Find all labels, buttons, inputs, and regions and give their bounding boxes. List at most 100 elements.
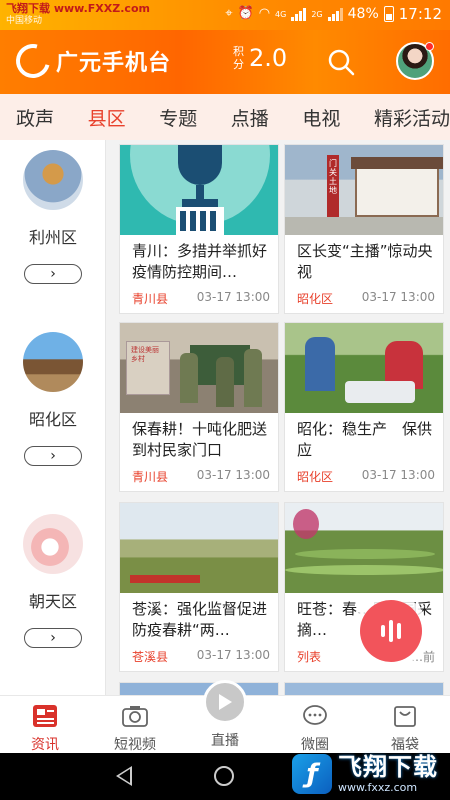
news-meta: 昭化区 03-17 13:00 — [297, 290, 435, 307]
points-value: 2.0 — [249, 44, 288, 72]
district-image — [23, 332, 83, 392]
points-display[interactable]: 积分 2.0 — [232, 44, 287, 72]
play-icon — [219, 694, 232, 710]
points-label: 积分 — [233, 45, 244, 71]
district-name: 昭化区 — [28, 410, 77, 429]
nav-item-lucky-bag[interactable]: 福袋 — [360, 696, 450, 754]
news-card[interactable]: 建设美丽乡村 保春耕！十吨化肥送到村民家门口 青川县 03-17 13:00 — [119, 322, 279, 492]
tab-dianshi[interactable]: 电视 — [286, 104, 340, 131]
news-icon — [33, 705, 57, 727]
home-icon[interactable] — [214, 766, 234, 786]
alarm-icon: ⏰ — [237, 6, 254, 21]
chevron-right-icon: › — [50, 266, 56, 282]
news-meta: 青川县 03-17 13:00 — [132, 468, 270, 485]
news-source: 列表 — [297, 650, 322, 664]
news-card[interactable] — [284, 682, 444, 695]
signal-icon — [291, 7, 307, 21]
news-time: 03-17 13:00 — [361, 290, 435, 304]
news-card[interactable]: 门关土地 区长变“主播”惊动央视 昭化区 03-17 13:00 — [284, 144, 444, 314]
search-button[interactable] — [326, 47, 356, 77]
battery-text: 48% — [347, 6, 379, 22]
news-source: 青川县 — [132, 292, 169, 306]
news-time: 03-17 13:00 — [196, 290, 270, 304]
district-name: 利州区 — [28, 228, 77, 247]
signal-2-icon — [327, 7, 343, 21]
camera-icon — [122, 706, 148, 727]
news-card[interactable]: 青川：多措并举抓好疫情防控期间… 青川县 03-17 13:00 — [119, 144, 279, 314]
watermark-text: 飞翔下载 www.fxxz.com — [338, 755, 438, 793]
news-source: 青川县 — [132, 470, 169, 484]
news-thumbnail: 门关土地 — [285, 145, 443, 235]
watermark-title: 飞翔下载 — [338, 753, 438, 781]
news-card[interactable] — [119, 682, 279, 695]
news-thumbnail — [285, 503, 443, 593]
status-bar: 飞翔下载 www.FXXZ.com 中国移动 ⌖ ⏰ ◠ 4G 2G 48% 1… — [0, 0, 450, 30]
nav-item-moments[interactable]: 微圈 — [270, 696, 360, 754]
app-logo: 广元手机台 — [9, 37, 171, 85]
news-time: 03-17 13:00 — [361, 468, 435, 482]
chevron-right-icon: › — [50, 630, 56, 646]
district-sidebar: 利州区 › 昭化区 › 朝天区 › — [0, 140, 106, 695]
nav-item-short-video[interactable]: 短视频 — [90, 696, 180, 754]
watermark: ƒ 飞翔下载 www.fxxz.com — [292, 748, 450, 800]
news-source: 苍溪县 — [132, 650, 169, 664]
news-title: 保春耕！十吨化肥送到村民家门口 — [132, 420, 268, 459]
back-icon[interactable] — [116, 766, 132, 786]
news-meta: 苍溪县 03-17 13:00 — [132, 648, 270, 665]
live-play-button[interactable] — [203, 680, 247, 724]
site-watermark: 飞翔下载 www.FXXZ.com — [6, 2, 150, 15]
district-more-button[interactable]: › — [24, 446, 82, 466]
audio-wave-icon — [381, 620, 401, 642]
tab-xianqu[interactable]: 县区 — [72, 104, 126, 131]
news-meta: 昭化区 03-17 13:00 — [297, 468, 435, 485]
district-item-zhaohua[interactable]: 昭化区 › — [0, 332, 106, 466]
nav-label: 短视频 — [114, 737, 156, 753]
district-image — [23, 150, 83, 210]
bag-icon — [394, 706, 416, 727]
news-thumbnail — [285, 323, 443, 413]
district-item-lizhou[interactable]: 利州区 › — [0, 150, 106, 284]
news-card[interactable]: 昭化：稳生产 保供应 昭化区 03-17 13:00 — [284, 322, 444, 492]
tab-zhuanti[interactable]: 专题 — [143, 104, 197, 131]
news-thumbnail — [285, 683, 443, 695]
news-time: 03-17 13:00 — [196, 468, 270, 482]
news-title: 青川：多措并举抓好疫情防控期间… — [132, 242, 268, 281]
nav-label: 直播 — [211, 733, 239, 749]
news-source: 昭化区 — [297, 470, 334, 484]
district-name: 朝天区 — [28, 592, 77, 611]
news-card[interactable]: 苍溪：强化监督促进防疫春耕“两… 苍溪县 03-17 13:00 — [119, 502, 279, 672]
battery-icon — [383, 6, 394, 22]
chevron-right-icon: › — [50, 448, 56, 464]
village-sign: 建设美丽乡村 — [126, 341, 170, 395]
location-icon: ⌖ — [225, 6, 233, 21]
tab-jingcai-huodong[interactable]: 精彩活动 — [358, 104, 450, 131]
watermark-url: www.fxxz.com — [338, 781, 418, 794]
notification-dot — [425, 42, 434, 51]
clock: 17:12 — [398, 5, 442, 23]
news-thumbnail — [120, 145, 278, 235]
search-icon — [328, 49, 355, 76]
news-thumbnail — [120, 683, 278, 695]
news-thumbnail — [120, 503, 278, 593]
audio-player-button[interactable] — [360, 600, 422, 662]
nav-item-news[interactable]: 资讯 — [0, 696, 90, 754]
district-more-button[interactable]: › — [24, 264, 82, 284]
news-title: 区长变“主播”惊动央视 — [297, 242, 433, 281]
news-thumbnail: 建设美丽乡村 — [120, 323, 278, 413]
user-avatar[interactable] — [396, 42, 434, 80]
news-time: 03-17 13:00 — [196, 648, 270, 662]
network-label-2: 2G — [311, 9, 323, 19]
district-more-button[interactable]: › — [24, 628, 82, 648]
news-title: 昭化：稳生产 保供应 — [297, 420, 433, 459]
nav-label: 资讯 — [31, 737, 59, 753]
news-title: 苍溪：强化监督促进防疫春耕“两… — [132, 600, 268, 639]
district-item-chaotian[interactable]: 朝天区 › — [0, 514, 106, 648]
tab-zhengsheng[interactable]: 政声 — [0, 104, 54, 131]
status-right: ⌖ ⏰ ◠ 4G 2G 48% 17:12 — [225, 5, 442, 23]
tab-dianbo[interactable]: 点播 — [215, 104, 269, 131]
watermark-logo-icon: ƒ — [292, 754, 332, 794]
status-left: 飞翔下载 www.FXXZ.com 中国移动 — [6, 3, 150, 27]
network-label: 4G — [275, 9, 287, 19]
trophy-illustration-icon — [130, 145, 270, 235]
news-meta: 青川县 03-17 13:00 — [132, 290, 270, 307]
